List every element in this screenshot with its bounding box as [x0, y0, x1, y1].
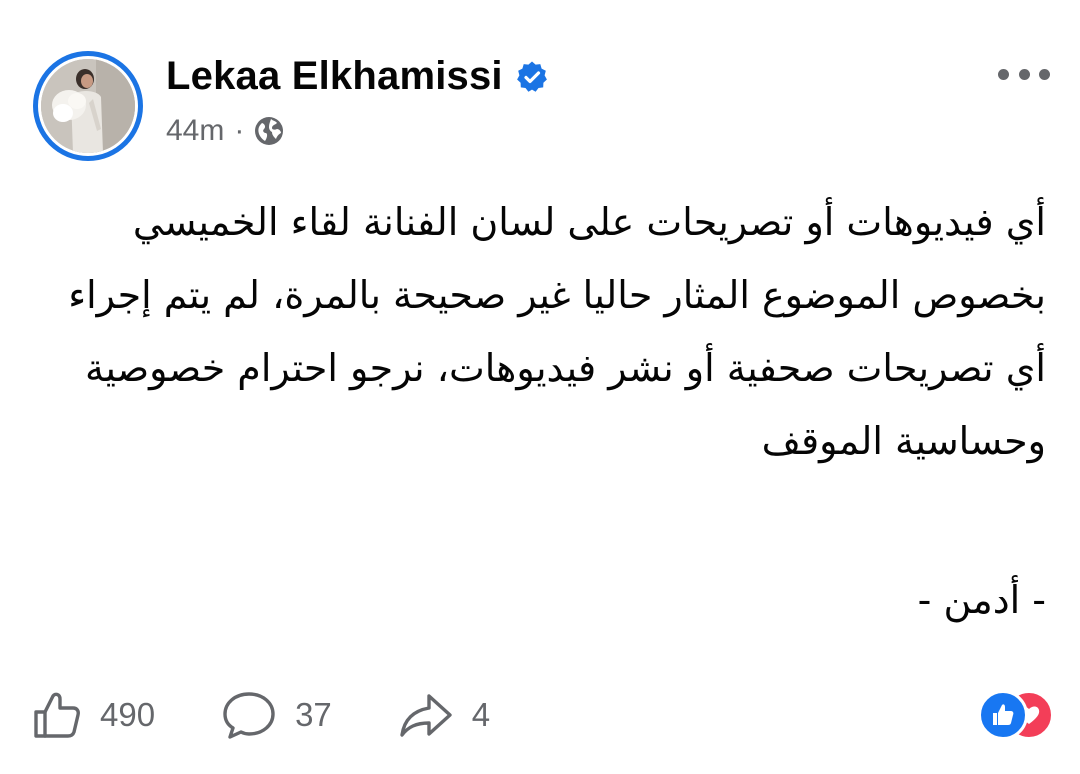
reactions-summary[interactable]: [978, 690, 1054, 740]
post-actions: 490 37 4: [32, 684, 490, 746]
more-dot-icon: [1018, 68, 1030, 80]
globe-icon[interactable]: [254, 116, 284, 146]
avatar[interactable]: [33, 51, 143, 161]
share-count: 4: [471, 696, 491, 733]
more-dot-icon: [998, 68, 1009, 80]
more-options-button[interactable]: [998, 62, 1050, 86]
avatar-border: [38, 56, 138, 156]
like-reaction-icon: [978, 690, 1028, 740]
share-arrow-icon: [400, 694, 452, 737]
comment-button[interactable]: 37: [221, 690, 332, 740]
thumbs-up-icon: [34, 692, 80, 738]
post-meta: 44m ·: [166, 114, 284, 148]
post-line: وحساسية الموقف: [761, 419, 1046, 463]
post-line: أي تصريحات صحفية أو نشر فيديوهات، نرجو ا…: [85, 346, 1046, 390]
post-line: بخصوص الموضوع المثار حاليا غير صحيحة بال…: [68, 273, 1046, 317]
avatar-image-icon: [41, 59, 135, 153]
verified-badge-icon: [516, 61, 547, 92]
post-timestamp[interactable]: 44m: [166, 114, 224, 148]
share-button[interactable]: 4: [398, 690, 490, 740]
avatar-photo: [41, 59, 135, 153]
more-dot-icon: [1039, 68, 1050, 80]
meta-separator: ·: [234, 114, 245, 147]
author-row: Lekaa Elkhamissi: [166, 54, 549, 99]
author-name[interactable]: Lekaa Elkhamissi: [166, 54, 503, 99]
comment-count: 37: [295, 696, 332, 733]
post-line: أي فيديوهات أو تصريحات على لسان الفنانة …: [132, 200, 1046, 244]
facebook-post: Lekaa Elkhamissi 44m · أي فيديوهات أو تص…: [0, 0, 1080, 774]
comment-icon: [223, 692, 275, 739]
post-body: أي فيديوهات أو تصريحات على لسان الفنانة …: [46, 186, 1046, 478]
post-signature: - أدمن -: [917, 578, 1046, 622]
like-button[interactable]: 490: [32, 690, 155, 740]
like-count: 490: [100, 696, 156, 733]
